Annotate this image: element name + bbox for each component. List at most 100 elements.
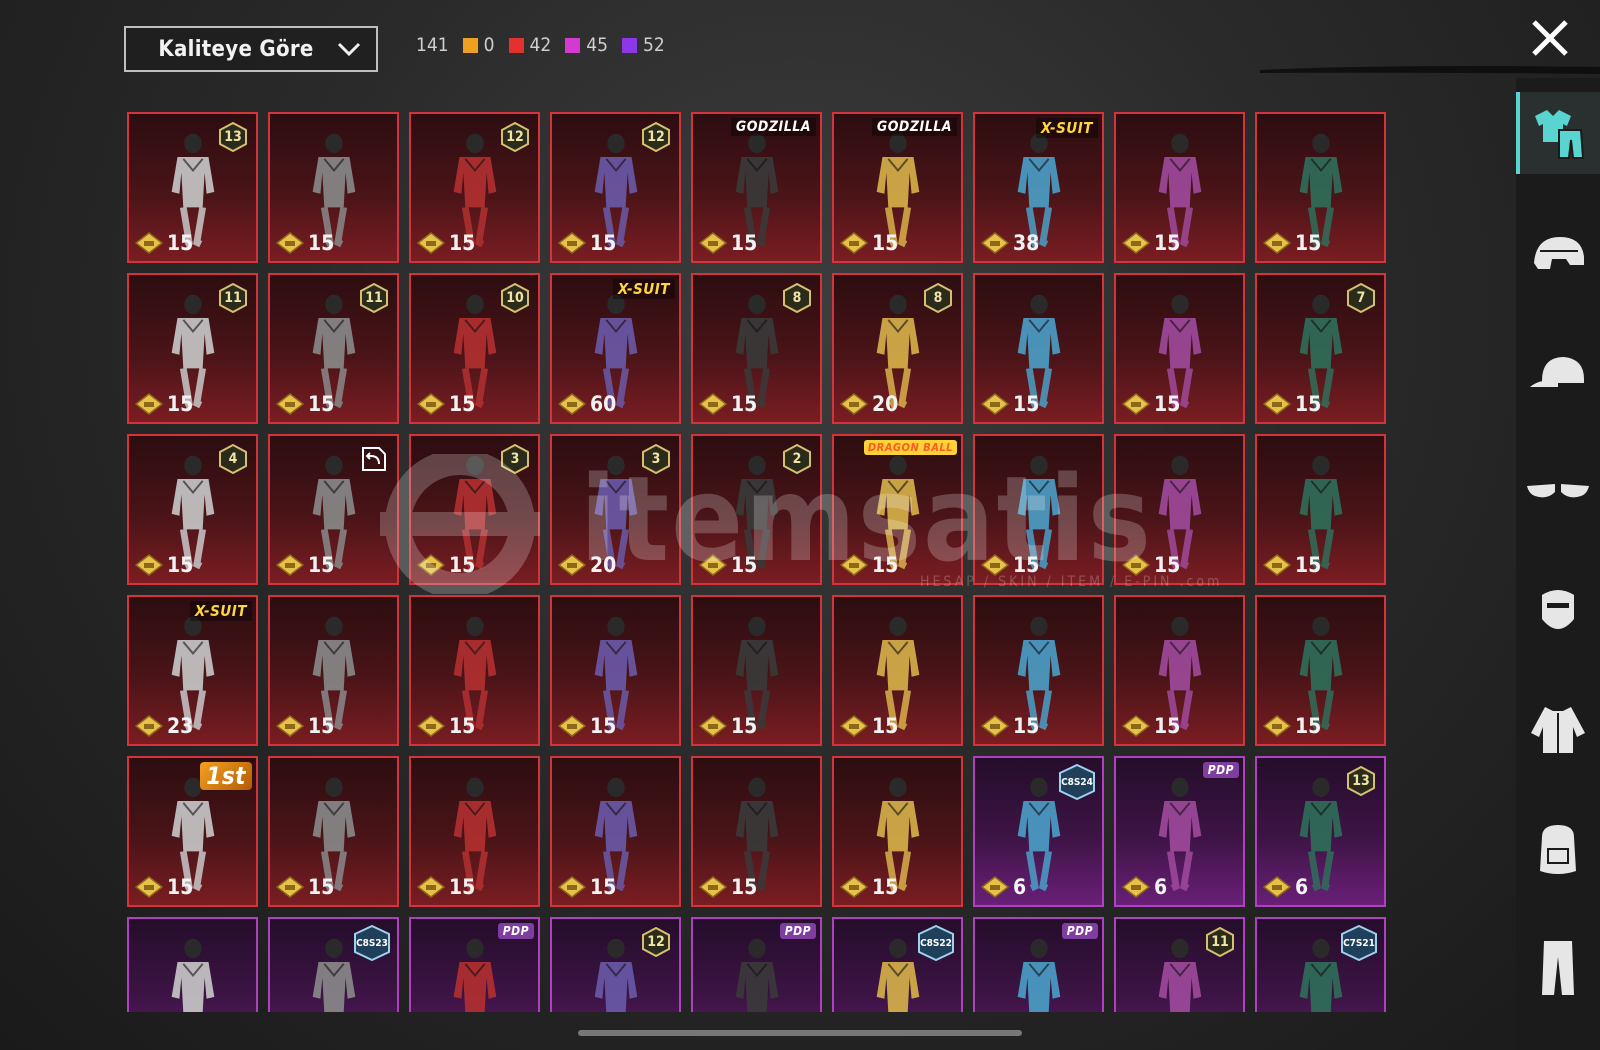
- outfit-item-card[interactable]: 11 15: [268, 273, 399, 424]
- outfit-item-card[interactable]: 15: [550, 756, 681, 907]
- outfit-item-card[interactable]: 15: [1255, 595, 1386, 746]
- outfit-item-card[interactable]: 12 15: [550, 112, 681, 263]
- item-price: 15: [1122, 714, 1180, 738]
- outfit-item-card[interactable]: PDP: [409, 917, 540, 1012]
- collab-tag: GODZILLA: [730, 118, 816, 136]
- outfit-item-card[interactable]: 15: [1114, 595, 1245, 746]
- outfit-item-card[interactable]: 11 15: [127, 273, 258, 424]
- outfit-item-card[interactable]: 15: [550, 595, 681, 746]
- outfit-item-card[interactable]: C8S23: [268, 917, 399, 1012]
- outfit-item-card[interactable]: [127, 917, 258, 1012]
- outfit-item-card[interactable]: PDP: [973, 917, 1104, 1012]
- close-icon[interactable]: [1528, 16, 1572, 60]
- outfit-item-card[interactable]: 7 15: [1255, 273, 1386, 424]
- item-price: 23: [135, 714, 193, 738]
- outfit-item-card[interactable]: 13 6: [1255, 756, 1386, 907]
- outfit-item-card[interactable]: C7S21: [1255, 917, 1386, 1012]
- coin-icon: [558, 715, 586, 737]
- outfit-item-card[interactable]: 15: [268, 434, 399, 585]
- item-price: 15: [1122, 231, 1180, 255]
- rarity-swatch-legendary: [462, 37, 478, 53]
- item-price: 15: [417, 714, 475, 738]
- outfit-item-card[interactable]: 3 20: [550, 434, 681, 585]
- inventory-grid-area[interactable]: 13 15 15 12 15 12 15 GODZILLA 15 GODZILLA 15 X-SUIT…: [127, 112, 1397, 1012]
- outfit-item-card[interactable]: 15: [409, 756, 540, 907]
- outfit-item-card[interactable]: C8S24 6: [973, 756, 1104, 907]
- outfit-item-card[interactable]: X-SUIT 38: [973, 112, 1104, 263]
- item-price-value: 6: [1154, 875, 1168, 899]
- outfit-item-card[interactable]: 15: [1255, 112, 1386, 263]
- outfit-item-card[interactable]: 3 15: [409, 434, 540, 585]
- outfit-item-card[interactable]: 1st 15: [127, 756, 258, 907]
- item-price-value: 15: [449, 875, 476, 899]
- level-badge: 13: [1346, 766, 1376, 796]
- outfit-item-card[interactable]: PDP: [691, 917, 822, 1012]
- outfit-item-card[interactable]: C8S22: [832, 917, 963, 1012]
- rarity-count-value: 45: [586, 34, 608, 56]
- item-price-value: 15: [872, 553, 899, 577]
- coin-icon: [1122, 715, 1150, 737]
- item-price: 15: [276, 553, 334, 577]
- collab-tag: X-SUIT: [1035, 118, 1098, 138]
- outfit-item-card[interactable]: 4 15: [127, 434, 258, 585]
- outfit-item-card[interactable]: PDP 6: [1114, 756, 1245, 907]
- level-number: 12: [647, 129, 665, 145]
- coin-icon: [558, 393, 586, 415]
- item-price-value: 15: [308, 875, 335, 899]
- coin-icon: [699, 232, 727, 254]
- outfit-item-card[interactable]: 15: [1114, 112, 1245, 263]
- sidebar-item-outfit[interactable]: [1516, 92, 1600, 174]
- outfit-item-card[interactable]: 12: [550, 917, 681, 1012]
- outfit-item-card[interactable]: 15: [973, 273, 1104, 424]
- outfit-item-card[interactable]: 15: [691, 756, 822, 907]
- outfit-item-card[interactable]: 15: [832, 756, 963, 907]
- outfit-item-card[interactable]: 15: [1255, 434, 1386, 585]
- outfit-item-card[interactable]: 15: [409, 595, 540, 746]
- outfit-item-card[interactable]: 15: [1114, 434, 1245, 585]
- sidebar-item-glasses[interactable]: [1516, 450, 1600, 532]
- outfit-item-card[interactable]: GODZILLA 15: [691, 112, 822, 263]
- outfit-item-card[interactable]: 15: [268, 595, 399, 746]
- outfit-item-card[interactable]: 15: [1114, 273, 1245, 424]
- outfit-item-card[interactable]: 15: [691, 595, 822, 746]
- item-price-value: 15: [872, 714, 899, 738]
- sort-dropdown[interactable]: Kaliteye Göre: [124, 26, 378, 72]
- sidebar-item-pants[interactable]: [1516, 926, 1600, 1008]
- item-price: 15: [1263, 714, 1321, 738]
- return-arrow-icon[interactable]: [359, 444, 389, 474]
- outfit-item-card[interactable]: X-SUIT 23: [127, 595, 258, 746]
- level-badge: 12: [641, 122, 671, 152]
- outfit-item-card[interactable]: 8 20: [832, 273, 963, 424]
- sidebar-item-helmet[interactable]: [1516, 212, 1600, 294]
- coin-icon: [840, 715, 868, 737]
- coin-icon: [417, 393, 445, 415]
- outfit-item-card[interactable]: GODZILLA 15: [832, 112, 963, 263]
- item-price-value: 15: [449, 231, 476, 255]
- sidebar-item-backpack[interactable]: [1516, 808, 1600, 890]
- outfit-item-card[interactable]: X-SUIT 60: [550, 273, 681, 424]
- outfit-item-card[interactable]: 10 15: [409, 273, 540, 424]
- season-badge-label: C7S21: [1343, 937, 1375, 949]
- sidebar-item-mask[interactable]: [1516, 570, 1600, 652]
- level-badge: 8: [923, 283, 953, 313]
- outfit-item-card[interactable]: 15: [973, 595, 1104, 746]
- sidebar-item-jacket[interactable]: [1516, 688, 1600, 770]
- outfit-item-card[interactable]: 15: [832, 595, 963, 746]
- item-price: 15: [1263, 392, 1321, 416]
- outfit-item-card[interactable]: 2 15: [691, 434, 822, 585]
- outfit-item-card[interactable]: 12 15: [409, 112, 540, 263]
- coin-icon: [1263, 393, 1291, 415]
- outfit-item-card[interactable]: 8 15: [691, 273, 822, 424]
- outfit-item-card[interactable]: 15: [268, 112, 399, 263]
- item-price-value: 15: [308, 714, 335, 738]
- outfit-item-card[interactable]: 11: [1114, 917, 1245, 1012]
- outfit-item-card[interactable]: 13 15: [127, 112, 258, 263]
- inventory-grid: 13 15 15 12 15 12 15 GODZILLA 15 GODZILLA 15 X-SUIT…: [127, 112, 1397, 1012]
- rarity-swatch-pink: [565, 37, 581, 53]
- scroll-indicator[interactable]: [578, 1030, 1022, 1036]
- outfit-item-card[interactable]: 15: [973, 434, 1104, 585]
- outfit-item-card[interactable]: 15: [268, 756, 399, 907]
- season-badge: C8S23: [353, 924, 391, 962]
- sidebar-item-cap[interactable]: [1516, 332, 1600, 414]
- outfit-item-card[interactable]: DRAGON BALL 15: [832, 434, 963, 585]
